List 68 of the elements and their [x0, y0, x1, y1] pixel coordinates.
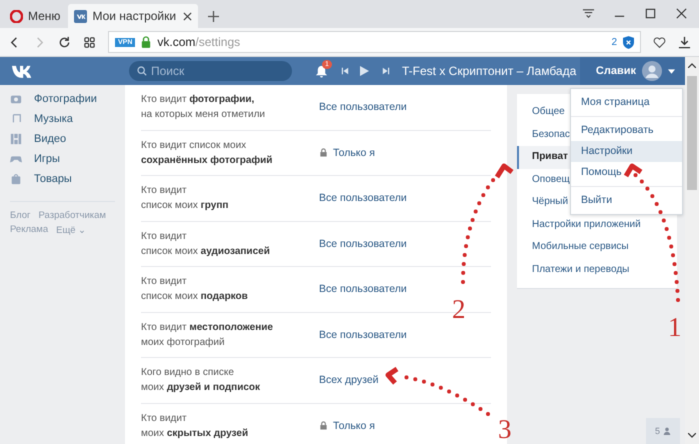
lock-icon — [141, 36, 152, 48]
sidebar-item[interactable]: Товары — [10, 169, 125, 189]
scroll-up-icon[interactable] — [688, 63, 696, 68]
track-title[interactable]: T-Fest x Скриптонит – Ламбада — [402, 64, 576, 78]
bell-icon[interactable] — [315, 64, 328, 78]
play-icon[interactable] — [359, 66, 369, 76]
annotation-number: 1 — [668, 312, 682, 342]
setting-label: Кто видит список моих сохранённых фотографий — [141, 138, 274, 168]
search-field[interactable]: Поиск — [129, 61, 292, 81]
vk-logo-icon — [74, 10, 88, 22]
user-menu-item[interactable]: Выйти — [571, 190, 682, 211]
opera-logo-icon — [10, 10, 23, 22]
user-menu-item[interactable]: Моя страница — [571, 92, 682, 117]
new-tab-icon[interactable] — [208, 11, 220, 22]
person-icon — [663, 427, 671, 435]
annotation-number: 3 — [498, 414, 512, 444]
sidebar-item[interactable]: Игры — [10, 149, 125, 169]
caret-icon — [668, 68, 675, 74]
user-menu-button[interactable]: Славик — [580, 57, 685, 85]
search-icon — [137, 66, 147, 76]
setting-value[interactable]: Только я — [319, 146, 375, 159]
reload-icon[interactable] — [58, 36, 71, 48]
settings-menu-item[interactable]: Мобильные сервисы — [517, 236, 677, 258]
setting-label: Кто видит список моих подарков — [141, 275, 249, 304]
avatar-icon — [642, 61, 662, 81]
setting-label: Кто видит список моих аудиозаписей — [141, 230, 271, 259]
previous-track-icon[interactable] — [341, 67, 349, 75]
annotation-number: 2 — [452, 294, 466, 324]
blocked-count: 2 — [611, 36, 617, 48]
camera-icon — [10, 93, 22, 105]
sidebar-item[interactable]: Видео — [10, 129, 125, 149]
setting-label: Кто видит моих скрытых друзей — [141, 412, 250, 441]
user-menu-item[interactable]: Настройки — [571, 141, 682, 162]
tab-menu-icon[interactable] — [582, 7, 595, 20]
browser-tab[interactable]: Мои настройки — [68, 4, 198, 28]
settings-menu-item[interactable]: Платежи и переводы — [517, 258, 677, 281]
setting-value[interactable]: Все пользователи — [319, 192, 407, 204]
lock-icon — [319, 148, 328, 158]
setting-value[interactable]: Только я — [319, 420, 375, 432]
sidebar-item[interactable]: Музыка — [10, 109, 125, 129]
film-icon — [10, 133, 22, 145]
setting-value[interactable]: Все пользователи — [319, 238, 407, 250]
heart-icon[interactable] — [653, 36, 666, 48]
lock-icon — [319, 421, 328, 430]
setting-label: Кто видит фотографии, на которых меня отметили — [141, 93, 266, 122]
bag-icon — [10, 173, 22, 185]
download-icon[interactable] — [678, 36, 691, 48]
shield-icon[interactable] — [623, 36, 634, 48]
setting-label: Кого видно в списке моих друзей и подписок — [141, 366, 262, 396]
setting-value[interactable]: Все пользователи — [319, 328, 407, 341]
setting-value[interactable]: Всех друзей — [319, 374, 379, 386]
next-track-icon[interactable] — [382, 67, 390, 75]
close-icon[interactable] — [675, 7, 688, 20]
url-text: vk.com/settings — [157, 35, 240, 49]
setting-label: Кто видит список моих групп — [141, 184, 230, 214]
browser-tab[interactable]: Меню — [4, 4, 66, 28]
user-menu-item[interactable]: Помощь — [571, 162, 682, 187]
settings-menu-item[interactable]: Настройки приложений — [517, 214, 677, 236]
user-menu-item[interactable]: Редактировать — [571, 120, 682, 141]
scroll-down-icon[interactable] — [688, 433, 696, 438]
sidebar-item[interactable]: Фотографии — [10, 89, 125, 109]
close-tab-icon[interactable] — [183, 12, 192, 20]
speed-dial-icon[interactable] — [83, 36, 96, 48]
scrollbar-thumb[interactable] — [687, 76, 697, 190]
setting-label: Кто видит местоположение моих фотографий — [141, 320, 274, 350]
setting-value[interactable]: Все пользователи — [319, 283, 407, 296]
setting-value[interactable]: Все пользователи — [319, 101, 407, 114]
maximize-icon[interactable] — [644, 7, 657, 20]
